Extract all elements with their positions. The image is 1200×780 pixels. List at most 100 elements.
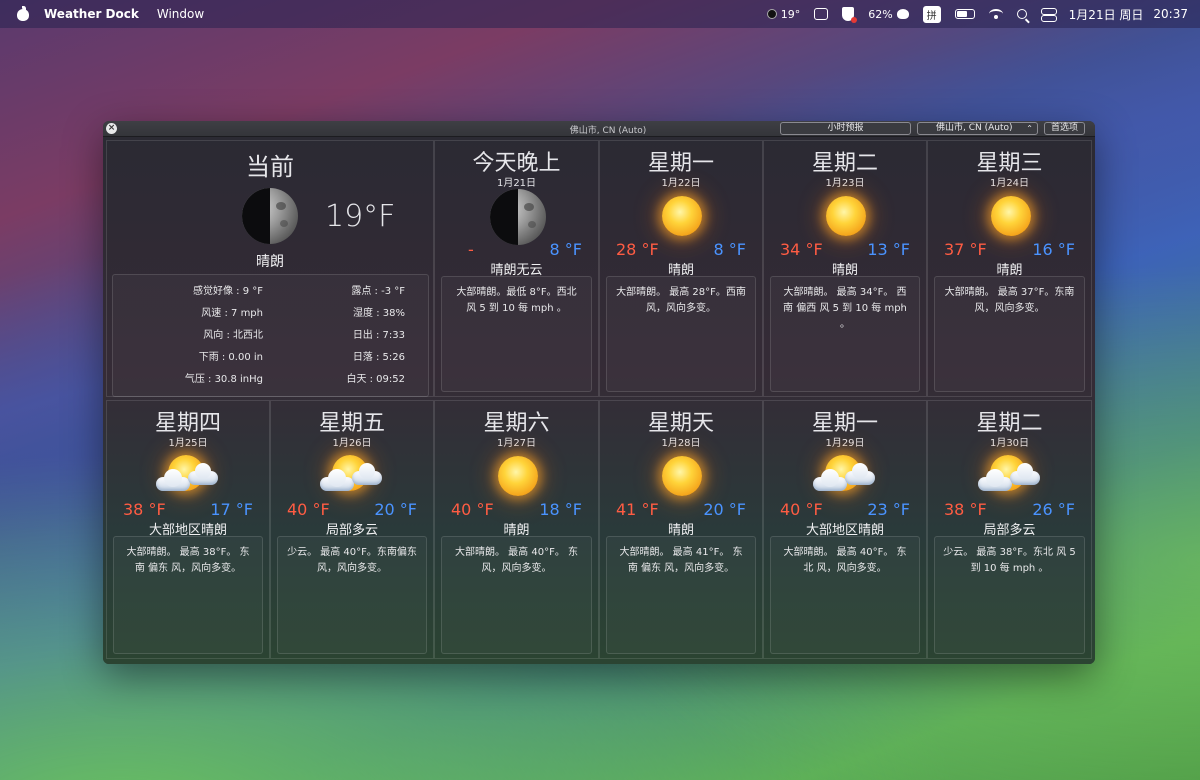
day-title: 星期五 [318,411,385,436]
tonight-low: 8 °F [549,240,582,259]
tonight-high: - [468,240,474,259]
menubar-security[interactable] [842,7,858,23]
forecast-day-card: 星期一 1月29日 40 °F 23 °F 大部地区晴朗 大部晴朗。 最高 40… [763,400,927,659]
forecast-day-card: 星期五 1月26日 40 °F 20 °F 局部多云 少云。 最高 40°F。东… [270,400,434,659]
detail-humidity: 湿度 : 38% [353,308,405,319]
day-date: 1月23日 [825,178,865,189]
preferences-button[interactable]: 首选项 [1044,122,1085,135]
partly-cloudy-icon [154,451,222,501]
menubar-input-method[interactable]: 拼 [922,5,941,23]
day-title: 星期六 [483,411,550,436]
battery-icon [954,9,975,19]
day-date: 1月25日 [168,438,208,449]
day-date: 1月24日 [989,178,1030,189]
forecast-day-card: 星期天 1月28日 41 °F 20 °F 晴朗 大部晴朗。 最高 41°F。 … [599,400,763,659]
hourly-forecast-button[interactable]: 小时预报 [780,122,911,135]
current-details: 感觉好像 : 9 °F 风速 : 7 mph 风向 : 北西北 下雨 : 0.0… [112,274,429,397]
detail-dew-point: 露点 : -3 °F [351,286,405,297]
moon-icon [242,188,298,244]
menu-bar: Weather Dock Window 19° 62% 拼 1月21日 周日 2… [0,0,1200,28]
detail-sunset: 日落 : 5:26 [352,352,405,363]
menubar-time[interactable]: 20:37 [1153,7,1188,21]
current-condition: 晴朗 [256,254,284,270]
current-conditions-card: 当前 19°F 晴朗 感觉好像 : 9 °F 风速 : 7 mph 风向 : 北… [106,140,434,397]
high-temp: 38 °F [123,500,166,519]
location-select[interactable]: 佛山市, CN (Auto) ⌃ [917,122,1038,135]
input-method-label: 拼 [922,5,941,23]
detail-wind-speed: 风速 : 7 mph [201,308,263,319]
detail-pressure: 气压 : 30.8 inHg [184,374,263,385]
forecast-day-card: 星期一 1月22日 28 °F 8 °F 晴朗 大部晴朗。 最高 28°F。西南… [599,140,763,397]
menubar-weather[interactable]: 19° [766,7,801,21]
detail-daylight: 白天 : 09:52 [346,374,405,385]
tonight-detail: 大部晴朗。最低 8°F。西北 风 5 到 10 每 mph 。 [441,276,592,392]
low-temp: 16 °F [1032,240,1075,259]
day-date: 1月22日 [661,178,701,189]
high-temp: 28 °F [616,240,659,259]
moon-icon [766,9,777,19]
low-temp: 23 °F [867,500,910,519]
day-title: 星期二 [811,151,878,176]
day-title: 星期一 [647,151,714,176]
window-titlebar[interactable]: × 佛山市, CN (Auto) 小时预报 佛山市, CN (Auto) ⌃ 首… [103,121,1095,137]
battery-percent: 62% [868,7,893,21]
day-title: 星期三 [976,151,1043,176]
menubar-date[interactable]: 1月21日 周日 [1069,6,1144,23]
location-select-value: 佛山市, CN (Auto) [936,123,1013,133]
day-title: 星期四 [154,411,221,436]
partly-cloudy-icon [318,451,386,501]
app-status-icon [814,8,829,20]
sun-icon [976,191,1044,241]
high-temp: 37 °F [944,240,987,259]
low-temp: 26 °F [1032,500,1075,519]
menubar-wifi[interactable] [988,9,1003,19]
tonight-date: 1月21日 [496,178,537,189]
apple-logo-icon[interactable] [16,6,30,22]
day-title: 星期一 [811,411,878,436]
detail-rain: 下雨 : 0.00 in [198,352,263,363]
tonight-card: 今天晚上 1月21日 - 8 °F 晴朗无云 大部晴朗。最低 8°F。西北 风 … [434,140,599,397]
low-temp: 8 °F [713,240,746,259]
day-date: 1月28日 [661,438,701,449]
day-date: 1月30日 [989,438,1030,449]
menu-window[interactable]: Window [157,7,204,21]
window-title: 佛山市, CN (Auto) [569,126,647,136]
close-button[interactable]: × [106,123,117,134]
menubar-control-center[interactable] [1040,8,1057,22]
forecast-detail: 大部晴朗。 最高 34°F。 西南 偏西 风 5 到 10 每 mph 。 [770,276,920,392]
forecast-grid: 当前 19°F 晴朗 感觉好像 : 9 °F 风速 : 7 mph 风向 : 北… [103,137,1095,664]
forecast-day-card: 星期六 1月27日 40 °F 18 °F 晴朗 大部晴朗。 最高 40°F。 … [434,400,599,659]
high-temp: 40 °F [780,500,823,519]
detail-wind-direction: 风向 : 北西北 [203,330,263,341]
partly-cloudy-icon [811,451,879,501]
menubar-spotlight[interactable] [1016,9,1027,19]
wifi-icon [988,9,1003,19]
forecast-detail: 大部晴朗。 最高 40°F。 东北 风，风向多变。 [770,536,920,654]
menubar-temp: 19° [780,7,801,21]
cloud-icon [896,9,909,19]
menubar-status-extra[interactable] [814,8,829,20]
sun-icon [647,451,715,501]
high-temp: 38 °F [944,500,987,519]
forecast-detail: 少云。 最高 38°F。东北 风 5 到 10 每 mph 。 [934,536,1085,654]
detail-feels-like: 感觉好像 : 9 °F [192,286,263,297]
day-title: 星期天 [647,411,714,436]
current-title: 当前 [246,153,294,181]
high-temp: 41 °F [616,500,659,519]
partly-cloudy-icon [976,451,1044,501]
app-menu[interactable]: Weather Dock [44,7,139,21]
menubar-battery-app[interactable]: 62% [868,7,909,21]
day-date: 1月29日 [825,438,865,449]
chevron-updown-icon: ⌃ [1026,124,1033,133]
moon-icon [490,189,546,245]
menubar-battery[interactable] [954,9,975,19]
day-date: 1月26日 [332,438,372,449]
low-temp: 17 °F [210,500,253,519]
forecast-detail: 少云。 最高 40°F。东南偏东 风，风向多变。 [277,536,427,654]
forecast-detail: 大部晴朗。 最高 41°F。 东南 偏东 风，风向多变。 [606,536,756,654]
forecast-detail: 大部晴朗。 最高 38°F。 东南 偏东 风，风向多变。 [113,536,263,654]
forecast-day-card: 星期三 1月24日 37 °F 16 °F 晴朗 大部晴朗。 最高 37°F。东… [927,140,1092,397]
high-temp: 34 °F [780,240,823,259]
tonight-title: 今天晚上 [472,151,561,176]
current-temp: 19°F [325,199,396,234]
